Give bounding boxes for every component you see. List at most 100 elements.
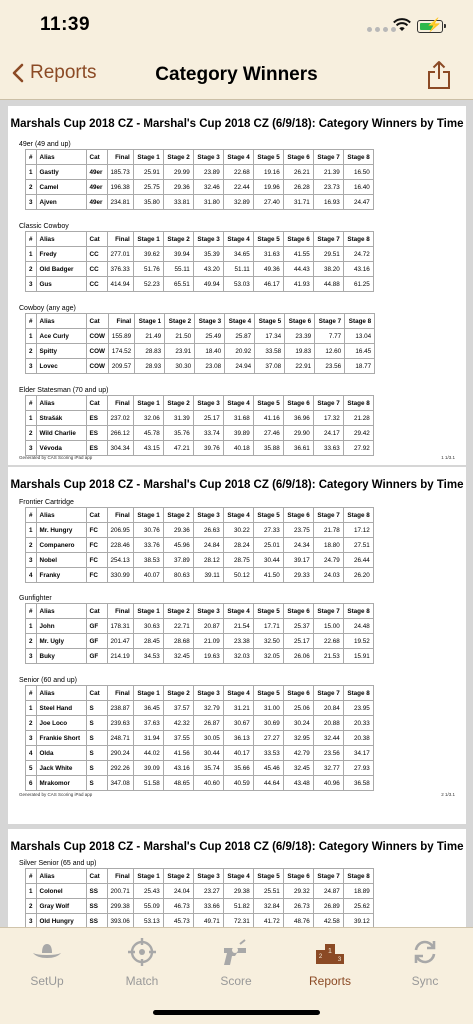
stage-time-cell: 32.45	[162, 648, 194, 664]
stage-time-cell: 43.16	[342, 261, 374, 277]
stage-time-cell: 32.46	[192, 179, 224, 195]
footer-page-number: 1 1/3.1	[441, 455, 455, 460]
column-header: Stage 3	[192, 507, 224, 523]
wifi-icon	[393, 18, 411, 31]
alias-cell: Lovec	[35, 358, 87, 374]
stage-time-cell: 51.11	[222, 261, 254, 277]
table-row: 1 Strašák ES 237.02 32.06 31.39 25.17 31.68 41.1…	[25, 410, 374, 426]
stage-time-cell: 20.38	[342, 730, 374, 746]
alias-cell: Gus	[35, 276, 87, 292]
tab-sync[interactable]: Sync	[378, 936, 472, 996]
stage-time-cell: 21.09	[192, 633, 224, 649]
alias-cell: Companero	[35, 537, 87, 553]
column-header: #	[25, 313, 37, 329]
stage-time-cell: 22.71	[162, 618, 194, 634]
category-table: # Alias Cat Final Stage 1 Stage 2 Stage 3 Stage…	[25, 231, 374, 292]
stage-time-cell: 43.15	[132, 440, 164, 456]
column-header: Alias	[35, 507, 87, 523]
section-title: Classic Cowboy	[19, 223, 69, 230]
stage-time-cell: 26.87	[192, 715, 224, 731]
tab-match[interactable]: Match	[95, 936, 189, 996]
rank-cell: 5	[25, 760, 37, 776]
stage-time-cell: 33.81	[162, 194, 194, 210]
column-header: Stage 1	[132, 685, 164, 701]
stage-time-cell: 27.93	[342, 760, 374, 776]
table-row: 3 Old Hungry SS 393.06 53.13 45.73 49.71 72.31 4…	[25, 913, 374, 927]
table-row: 4 Franky FC 330.99 40.07 80.63 39.11 50.12 41.50…	[25, 567, 374, 583]
stage-time-cell: 36.58	[342, 775, 374, 791]
stage-time-cell: 28.68	[162, 633, 194, 649]
stage-time-cell: 40.07	[132, 567, 164, 583]
stage-time-cell: 28.12	[192, 552, 224, 568]
category-cell: ES	[85, 410, 108, 426]
stage-time-cell: 31.39	[162, 410, 194, 426]
column-header: #	[25, 149, 37, 165]
section-title: Silver Senior (65 and up)	[19, 860, 97, 867]
stage-time-cell: 49.71	[192, 913, 224, 927]
stage-time-cell: 37.57	[162, 700, 194, 716]
table-row: 3 Lovec COW 209.57 28.93 30.30 23.08 24.94 37.08…	[25, 358, 376, 374]
column-header: Stage 2	[162, 149, 194, 165]
stage-time-cell: 30.44	[252, 552, 284, 568]
final-time-cell: 299.38	[106, 898, 134, 914]
stage-time-cell: 28.83	[134, 343, 166, 359]
stage-time-cell: 38.53	[132, 552, 164, 568]
table-row: 2 Camel 49er 196.38 25.75 29.36 32.46 22.44 19.9…	[25, 179, 374, 195]
section-title: Senior (60 and up)	[19, 677, 77, 684]
column-header: Stage 2	[162, 395, 194, 411]
stage-time-cell: 26.73	[282, 898, 314, 914]
stage-time-cell: 18.80	[312, 537, 344, 553]
tab-setup[interactable]: SetUp	[0, 936, 94, 996]
column-header: Stage 7	[312, 507, 344, 523]
column-header: Stage 8	[344, 313, 376, 329]
column-header: Stage 6	[282, 603, 314, 619]
stage-time-cell: 24.47	[342, 194, 374, 210]
column-header: Stage 2	[162, 231, 194, 247]
sync-icon	[414, 940, 436, 964]
svg-text:1: 1	[328, 948, 332, 955]
stage-time-cell: 23.38	[222, 633, 254, 649]
rank-cell: 2	[25, 537, 37, 553]
table-row: 5 Jack White S 292.26 39.09 43.16 35.74 35.66 45…	[25, 760, 374, 776]
tab-reports[interactable]: 1 2 3 Reports	[283, 936, 377, 996]
stage-time-cell: 24.87	[312, 883, 344, 899]
table-header-row: # Alias Cat Final Stage 1 Stage 2 Stage 3 Stage…	[25, 313, 376, 329]
stage-time-cell: 30.44	[192, 745, 224, 761]
column-header: Stage 1	[132, 149, 164, 165]
share-button[interactable]	[427, 60, 451, 90]
column-header: Cat	[85, 313, 109, 329]
stage-time-cell: 21.28	[342, 410, 374, 426]
stage-time-cell: 55.09	[132, 898, 164, 914]
category-table: # Alias Cat Final Stage 1 Stage 2 Stage 3 Stage…	[25, 313, 376, 374]
report-scroll-area[interactable]: Marshals Cup 2018 CZ - Marshal's Cup 201…	[0, 101, 473, 927]
stage-time-cell: 33.58	[254, 343, 286, 359]
stage-time-cell: 31.71	[282, 194, 314, 210]
rank-cell: 1	[25, 246, 37, 262]
column-header: Stage 6	[282, 231, 314, 247]
stage-time-cell: 42.79	[282, 745, 314, 761]
stage-time-cell: 34.65	[222, 246, 254, 262]
stage-time-cell: 21.50	[164, 328, 196, 344]
stage-time-cell: 44.02	[132, 745, 164, 761]
stage-time-cell: 32.03	[222, 648, 254, 664]
final-time-cell: 214.19	[106, 648, 134, 664]
stage-time-cell: 19.96	[252, 179, 284, 195]
rank-cell: 2	[25, 633, 37, 649]
category-cell: SS	[85, 883, 108, 899]
category-cell: S	[85, 715, 108, 731]
stage-time-cell: 42.32	[162, 715, 194, 731]
stage-time-cell: 20.84	[312, 700, 344, 716]
stage-time-cell: 26.21	[282, 164, 314, 180]
category-cell: FC	[85, 522, 108, 538]
category-table: # Alias Cat Final Stage 1 Stage 2 Stage 3 Stage…	[25, 395, 374, 456]
stage-time-cell: 26.28	[282, 179, 314, 195]
column-header: Stage 3	[192, 603, 224, 619]
column-header: Stage 7	[312, 231, 344, 247]
alias-cell: Old Hungry	[35, 913, 87, 927]
table-row: 2 Spitty COW 174.52 28.83 23.91 18.40 20.92 33.5…	[25, 343, 376, 359]
stage-time-cell: 39.11	[192, 567, 224, 583]
tab-score[interactable]: Score	[189, 936, 283, 996]
rank-cell: 3	[25, 648, 37, 664]
table-header-row: # Alias Cat Final Stage 1 Stage 2 Stage 3 Stage…	[25, 603, 374, 619]
stage-time-cell: 31.63	[252, 246, 284, 262]
